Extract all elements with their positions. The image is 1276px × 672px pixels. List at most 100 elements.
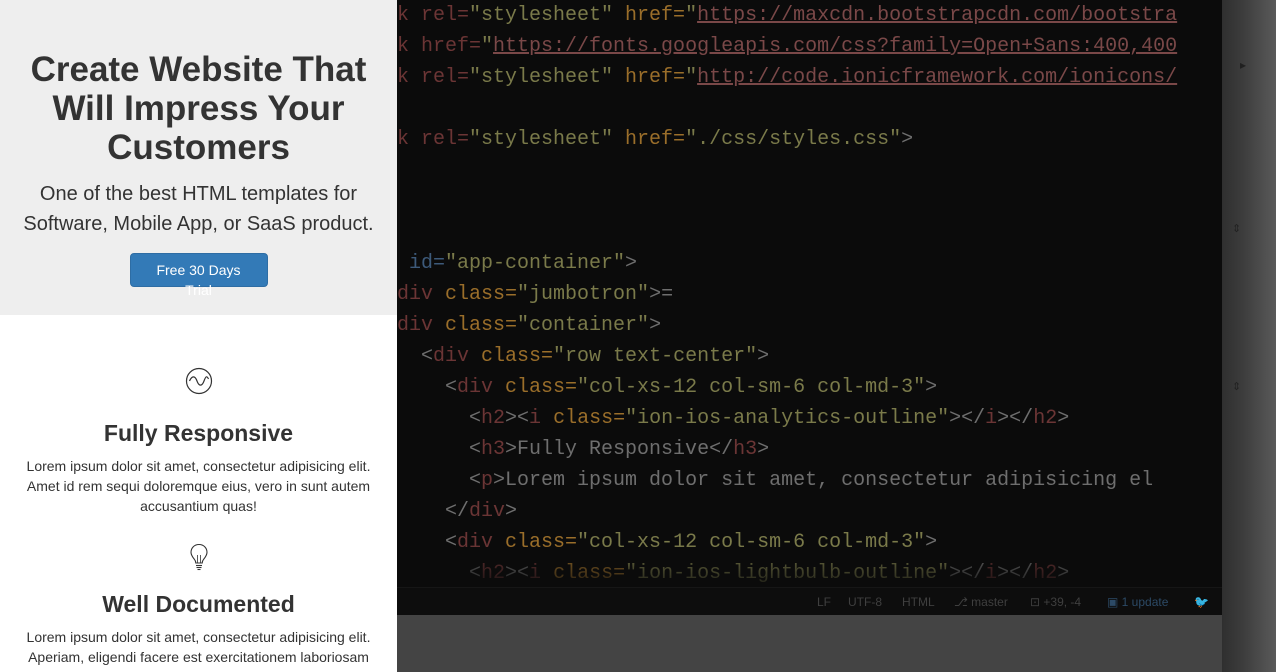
code-token: >< xyxy=(505,407,530,430)
code-token: < xyxy=(397,376,458,399)
code-token: div xyxy=(397,314,446,337)
code-token: k rel= xyxy=(397,66,470,89)
code-token: class= xyxy=(445,314,518,337)
code-token: id= xyxy=(397,252,446,275)
code-token: h2 xyxy=(1033,407,1058,430)
code-token: k href= xyxy=(397,35,482,58)
grammar-indicator[interactable]: HTML xyxy=(902,595,935,609)
feature-title: Fully Responsive xyxy=(103,420,294,446)
package-updates[interactable]: ▣ 1 update xyxy=(1107,595,1168,609)
code-line[interactable] xyxy=(397,93,1222,124)
desktop-bottom-area xyxy=(397,615,1222,672)
code-line[interactable]: id="app-container"> xyxy=(397,248,1222,279)
code-line[interactable]: k rel="stylesheet" href="https://maxcdn.… xyxy=(397,0,1222,31)
code-line[interactable]: <div class="row text-center"> xyxy=(397,341,1222,372)
code-line[interactable]: <p>Lorem ipsum dolor sit amet, consectet… xyxy=(397,465,1222,496)
code-line[interactable]: k rel="stylesheet" href="./css/styles.cs… xyxy=(397,124,1222,155)
code-line[interactable]: k rel="stylesheet" href="http://code.ion… xyxy=(397,62,1222,93)
code-token: class= xyxy=(445,283,518,306)
code-token: h3 xyxy=(733,438,758,461)
code-line[interactable]: </div> xyxy=(397,496,1222,527)
code-token: " xyxy=(685,66,698,89)
code-token: "app-container" xyxy=(445,252,626,275)
code-token: div xyxy=(457,376,506,399)
code-token: > xyxy=(757,345,770,368)
code-token: "stylesheet" xyxy=(469,128,614,151)
feature-text: Lorem ipsum dolor sit amet, consectetur … xyxy=(26,629,371,665)
code-token: </ xyxy=(397,500,470,523)
code-line[interactable]: k href="https://fonts.googleapis.com/css… xyxy=(397,31,1222,62)
hero-jumbotron: Create Website That Will Impress Your Cu… xyxy=(0,0,397,315)
code-line[interactable]: <h3>Fully Responsive</h3> xyxy=(397,434,1222,465)
code-token: >= xyxy=(649,283,674,306)
stepper-arrows-icon[interactable]: ⇕ xyxy=(1232,380,1241,393)
diff-icon: ⊡ xyxy=(1030,595,1044,609)
code-line[interactable] xyxy=(397,186,1222,217)
code-token: h2 xyxy=(481,407,506,430)
code-token: http://code.ionicframework.com/ionicons/ xyxy=(697,66,1178,89)
hero-lead: One of the best HTML templates for Softw… xyxy=(23,183,374,235)
code-token: i xyxy=(985,407,998,430)
code-line[interactable] xyxy=(397,155,1222,186)
feature-well-documented: Well Documented Lorem ipsum dolor sit am… xyxy=(0,542,397,667)
free-trial-button[interactable]: Free 30 Days Trial xyxy=(129,253,268,298)
analytics-outline-icon xyxy=(185,367,212,395)
code-token: https://fonts.googleapis.com/css?family=… xyxy=(493,35,1178,58)
code-token: > xyxy=(925,376,938,399)
code-line[interactable] xyxy=(397,217,1222,248)
chevron-right-icon[interactable]: ▸ xyxy=(1240,58,1246,72)
code-token: >Fully Responsive</ xyxy=(505,438,734,461)
code-token: > xyxy=(505,500,518,523)
git-branch-label: master xyxy=(971,595,1008,609)
code-token: class= xyxy=(481,345,554,368)
code-token: > xyxy=(757,438,770,461)
right-panel-edge: ▸ ⇕ ⇕ xyxy=(1222,0,1276,672)
twitter-icon[interactable]: 🐦 xyxy=(1194,595,1209,609)
code-token: > xyxy=(1057,407,1070,430)
branch-icon: ⎇ xyxy=(954,595,972,609)
code-token: href= xyxy=(613,128,686,151)
git-diff-stat[interactable]: ⊡ +39, -4 xyxy=(1030,595,1081,609)
line-ending-indicator[interactable]: LF xyxy=(817,595,831,609)
git-diff-label: +39, -4 xyxy=(1043,595,1082,609)
code-line[interactable]: div class="jumbotron">= xyxy=(397,279,1222,310)
code-token: > xyxy=(649,314,662,337)
code-token: p xyxy=(481,469,494,492)
code-token: href= xyxy=(613,4,686,27)
code-token: "ion-ios-analytics-outline" xyxy=(625,407,950,430)
code-token: k rel= xyxy=(397,4,470,27)
hero-title: Create Website That Will Impress Your Cu… xyxy=(30,50,367,167)
code-token: class= xyxy=(505,376,578,399)
git-branch[interactable]: ⎇ master xyxy=(954,595,1008,609)
code-token: "row text-center" xyxy=(553,345,758,368)
code-token: "stylesheet" xyxy=(469,66,614,89)
package-updates-label: 1 update xyxy=(1121,595,1169,609)
code-token: "col-xs-12 col-sm-6 col-md-3" xyxy=(577,376,926,399)
code-token: ></ xyxy=(997,407,1034,430)
code-token: " xyxy=(481,35,494,58)
code-token: "./css/styles.css" xyxy=(685,128,902,151)
stepper-arrows-icon[interactable]: ⇕ xyxy=(1232,222,1241,235)
code-token: < xyxy=(397,345,434,368)
code-token: "stylesheet" xyxy=(469,4,614,27)
code-area[interactable]: k rel="stylesheet" href="https://maxcdn.… xyxy=(397,0,1222,589)
website-preview: Create Website That Will Impress Your Cu… xyxy=(0,0,397,672)
code-token: ></ xyxy=(949,407,986,430)
feature-fully-responsive: Fully Responsive Lorem ipsum dolor sit a… xyxy=(0,366,397,516)
code-editor[interactable]: k rel="stylesheet" href="https://maxcdn.… xyxy=(397,0,1222,615)
encoding-indicator[interactable]: UTF-8 xyxy=(848,595,882,609)
code-token: https://maxcdn.bootstrapcdn.com/bootstra xyxy=(697,4,1178,27)
code-token: "jumbotron" xyxy=(517,283,650,306)
code-line[interactable]: div class="container"> xyxy=(397,310,1222,341)
code-token: > xyxy=(625,252,638,275)
feature-title: Well Documented xyxy=(102,591,295,617)
code-token: > xyxy=(901,128,914,151)
code-token: i xyxy=(529,407,554,430)
feature-text: Lorem ipsum dolor sit amet, consectetur … xyxy=(26,458,371,514)
code-token: class= xyxy=(553,407,626,430)
lightbulb-outline-icon xyxy=(189,543,208,571)
code-token: " xyxy=(685,4,698,27)
code-token: "container" xyxy=(517,314,650,337)
code-line[interactable]: <div class="col-xs-12 col-sm-6 col-md-3"… xyxy=(397,372,1222,403)
code-line[interactable]: <h2><i class="ion-ios-analytics-outline"… xyxy=(397,403,1222,434)
